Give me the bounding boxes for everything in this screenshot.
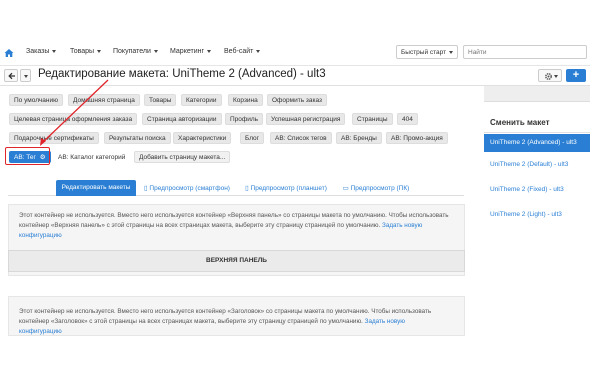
tab-preview-tablet[interactable]: ▯ Предпросмотр (планшет) [238, 180, 334, 196]
layout-tab[interactable]: Профиль [225, 113, 264, 125]
layout-tab[interactable]: Успешная регистрация [266, 113, 346, 125]
nav-orders[interactable]: Заказы [26, 48, 57, 55]
quick-start-label: Быстрый старт [401, 49, 447, 56]
sidebar-top-strip [484, 86, 590, 102]
layout-tab[interactable]: Подарочные сертификаты [9, 132, 99, 144]
nav-marketing-label: Маркетинг [170, 48, 205, 55]
sidebar-item-advanced[interactable]: UniTheme 2 (Advanced) - ult3 [484, 134, 590, 152]
gear-icon [545, 73, 552, 80]
back-button[interactable] [4, 69, 18, 82]
layout-tab[interactable]: 404 [397, 113, 418, 125]
layout-tab[interactable]: Блог [240, 132, 265, 144]
container-note: Этот контейнер не используется. Вместо н… [19, 211, 449, 241]
chevron-down-icon [97, 49, 102, 53]
sidebar-item-light[interactable]: UniTheme 2 (Light) - ult3 [484, 210, 590, 220]
tab-preview-pc[interactable]: ▭ Предпросмотр (ПК) [336, 180, 416, 196]
arrow-left-icon [8, 72, 15, 80]
nav-marketing[interactable]: Маркетинг [170, 48, 212, 55]
layout-tab[interactable]: Страницы [352, 113, 393, 125]
layout-tab[interactable]: AB: Промо-акция [386, 132, 448, 144]
plus-icon: + [572, 69, 580, 81]
search-input[interactable] [463, 45, 587, 59]
settings-button[interactable] [538, 69, 562, 82]
add-layout-page-button[interactable]: Добавить страницу макета... [134, 151, 231, 163]
tab-edit-layouts[interactable]: Редактировать макеты [56, 180, 136, 196]
nav-website[interactable]: Веб-сайт [224, 48, 261, 55]
tab-preview-phone[interactable]: ▯ Предпросмотр (смартфон) [138, 180, 236, 196]
container-note: Этот контейнер не используется. Вместо н… [19, 307, 449, 337]
highlight-outline [5, 147, 50, 165]
sidebar-item-default[interactable]: UniTheme 2 (Default) - ult3 [484, 160, 590, 170]
page-header: Редактирование макета: UniTheme 2 (Advan… [0, 66, 590, 86]
layout-tab[interactable]: Корзина [228, 94, 263, 106]
sidebar-title: Сменить макет [484, 113, 590, 133]
layout-tab[interactable]: AB: Список тегов [270, 132, 332, 144]
chevron-down-icon [153, 49, 158, 53]
nav-products-label: Товары [70, 48, 95, 55]
tab-preview-pc-label: Предпросмотр (ПК) [350, 185, 410, 192]
tab-preview-tablet-label: Предпросмотр (планшет) [250, 185, 327, 192]
layout-tab[interactable]: Оформить заказ [267, 94, 328, 106]
desktop-icon: ▭ [342, 185, 351, 192]
chevron-down-icon [449, 50, 454, 54]
page-title: Редактирование макета: UniTheme 2 (Advan… [38, 68, 326, 80]
layout-tab[interactable]: Страница авторизации [142, 113, 222, 125]
layout-tab[interactable]: Товары [144, 94, 177, 106]
layout-tab[interactable]: Целевая страница оформления заказа [9, 113, 138, 125]
nav-customers[interactable]: Покупатели [113, 48, 158, 55]
home-icon[interactable] [4, 48, 14, 58]
nav-orders-label: Заказы [26, 48, 50, 55]
container-header: Этот контейнер не используется. Вместо н… [8, 296, 465, 336]
chevron-down-icon [554, 75, 558, 78]
nav-website-label: Веб-сайт [224, 48, 254, 55]
chevron-down-icon [207, 49, 212, 53]
layout-tab[interactable]: Характеристики [173, 132, 232, 144]
top-nav: Заказы Товары Покупатели Маркетинг Веб-с… [0, 40, 590, 66]
tab-preview-phone-label: Предпросмотр (смартфон) [149, 185, 230, 192]
layout-tab[interactable]: Результаты поиска [104, 132, 171, 144]
layout-tab[interactable]: Домашняя страница [68, 94, 140, 106]
layout-tab[interactable]: AB: Каталог категорий [53, 151, 131, 163]
sidebar-item-fixed[interactable]: UniTheme 2 (Fixed) - ult3 [484, 185, 590, 195]
chevron-down-icon [256, 49, 261, 53]
quick-start-dropdown[interactable]: Быстрый старт [396, 45, 458, 59]
nav-customers-label: Покупатели [113, 48, 151, 55]
layout-tab[interactable]: Категории [181, 94, 222, 106]
chevron-down-icon [52, 49, 57, 53]
add-button[interactable]: + [566, 69, 586, 82]
top-panel-block[interactable]: ВЕРХНЯЯ ПАНЕЛЬ [8, 250, 465, 272]
layout-tab[interactable]: По умолчанию [9, 94, 63, 106]
nav-products[interactable]: Товары [70, 48, 102, 55]
chevron-down-icon [24, 75, 28, 78]
layout-tab[interactable]: AB: Бренды [336, 132, 382, 144]
history-dropdown-button[interactable] [20, 69, 31, 82]
